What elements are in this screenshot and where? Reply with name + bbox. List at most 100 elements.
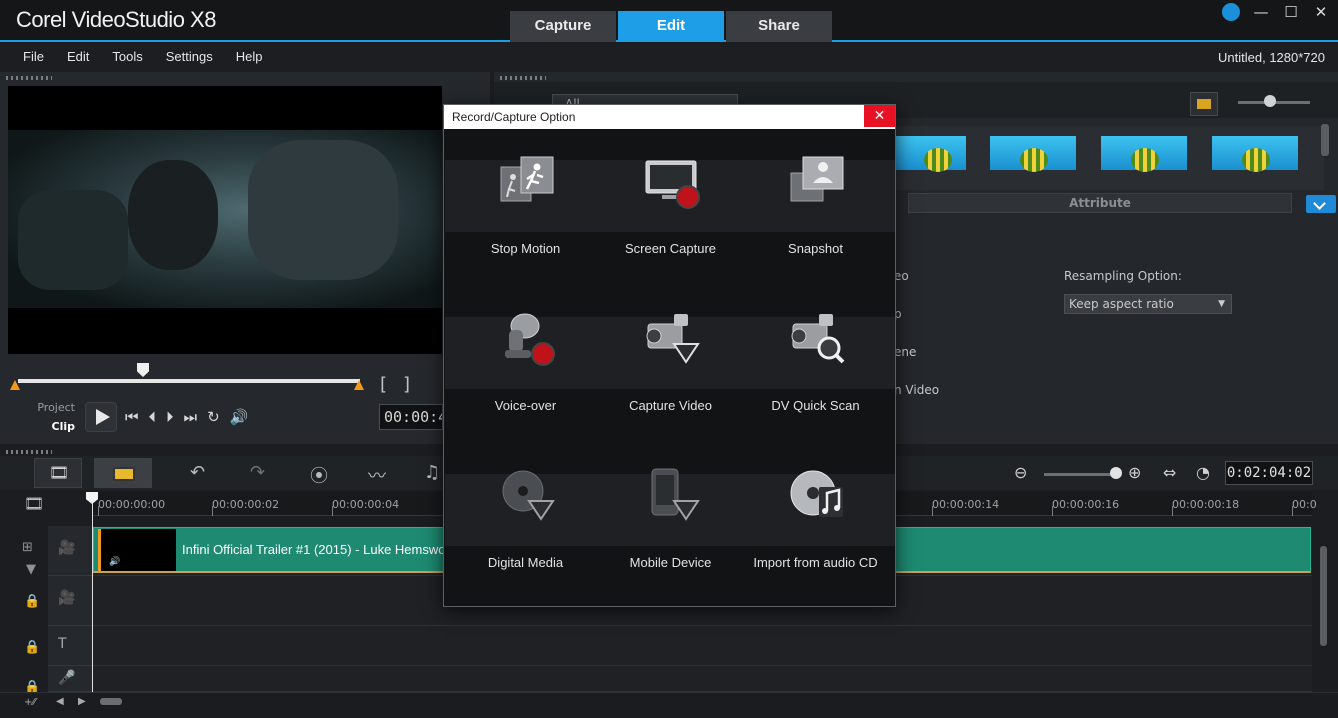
resampling-label: Resampling Option: bbox=[1064, 269, 1182, 283]
mode-project[interactable]: Project bbox=[35, 398, 75, 417]
play-button[interactable] bbox=[85, 402, 117, 432]
title-track[interactable] bbox=[92, 626, 1312, 666]
next-frame-icon[interactable]: ⏵ bbox=[166, 408, 174, 426]
project-info: Untitled, 1280*720 bbox=[1218, 50, 1325, 65]
resampling-select[interactable]: Keep aspect ratio bbox=[1064, 294, 1232, 314]
camcorder-icon bbox=[646, 314, 700, 364]
video-frame bbox=[8, 130, 442, 308]
voice-track[interactable] bbox=[92, 666, 1312, 692]
timeline-view-button[interactable] bbox=[94, 458, 152, 488]
add-track-icon[interactable]: +⁄⁄ bbox=[24, 697, 36, 708]
track-manager-icon[interactable]: 🎞 bbox=[24, 494, 44, 513]
library-thumb[interactable] bbox=[990, 136, 1076, 172]
undo-icon[interactable]: ↶ bbox=[190, 462, 205, 483]
menu-tools[interactable]: Tools bbox=[112, 49, 142, 64]
option-dv-quick-scan[interactable]: DV Quick Scan bbox=[743, 280, 888, 430]
play-mode: Project Clip bbox=[35, 398, 75, 436]
library-thumb[interactable] bbox=[1212, 136, 1298, 172]
zoom-slider[interactable] bbox=[1044, 473, 1116, 476]
tab-attribute[interactable]: Attribute bbox=[908, 193, 1292, 213]
track-options-icon[interactable]: ⊞ bbox=[22, 540, 33, 555]
clock-icon: ◔ bbox=[1196, 463, 1210, 482]
option-label: Mobile Device bbox=[629, 555, 712, 570]
library-thumb[interactable] bbox=[1101, 136, 1187, 172]
sound-mixer-icon[interactable]: 〰 bbox=[368, 462, 386, 488]
trim-start-marker[interactable] bbox=[10, 380, 20, 390]
scroll-left-icon[interactable]: ◀ bbox=[56, 696, 64, 707]
scroll-right-icon[interactable]: ▶ bbox=[78, 696, 86, 707]
scrubber-handle[interactable] bbox=[137, 363, 149, 377]
library-thumb[interactable] bbox=[894, 136, 966, 172]
tab-share[interactable]: Share bbox=[726, 11, 832, 42]
app-title: Corel VideoStudio X8 bbox=[16, 7, 216, 32]
menu-help[interactable]: Help bbox=[236, 49, 263, 64]
start-icon[interactable]: ⏮ bbox=[125, 408, 139, 426]
mark-in-button[interactable]: [ bbox=[380, 374, 403, 395]
ruler-tick: 00:00:00:02 bbox=[212, 498, 280, 516]
fit-project-icon[interactable]: ⇔ bbox=[1163, 463, 1176, 482]
menu-file[interactable]: File bbox=[23, 49, 44, 64]
zoom-out-icon[interactable]: ⊖ bbox=[1014, 463, 1027, 482]
thumb-size-knob[interactable] bbox=[1264, 95, 1276, 107]
close-button[interactable]: ✕ bbox=[1312, 3, 1330, 21]
lock-icon[interactable]: 🔒 bbox=[24, 594, 40, 609]
timecode-display[interactable]: 00:00:46 bbox=[379, 404, 443, 430]
menu-edit[interactable]: Edit bbox=[67, 49, 89, 64]
title-track-header[interactable]: T bbox=[48, 626, 92, 666]
option-screen-capture[interactable]: Screen Capture bbox=[598, 123, 743, 273]
repeat-icon[interactable]: ↻ bbox=[207, 408, 220, 426]
option-mobile-device[interactable]: Mobile Device bbox=[598, 437, 743, 587]
option-label: Import from audio CD bbox=[753, 555, 878, 570]
option-digital-media[interactable]: Digital Media bbox=[453, 437, 598, 587]
lock-icon[interactable]: 🔒 bbox=[24, 640, 40, 655]
option-text: n Video bbox=[894, 383, 940, 397]
globe-icon[interactable] bbox=[1222, 3, 1240, 21]
maximize-button[interactable]: ☐ bbox=[1282, 3, 1300, 21]
option-stop-motion[interactable]: Stop Motion bbox=[453, 123, 598, 273]
tab-edit[interactable]: Edit bbox=[618, 11, 724, 42]
menu: File Edit Tools Settings Help bbox=[23, 49, 262, 64]
option-capture-video[interactable]: Capture Video bbox=[598, 280, 743, 430]
storyboard-view-button[interactable]: 🎞 bbox=[34, 458, 82, 488]
zoom-in-icon[interactable]: ⊕ bbox=[1128, 463, 1141, 482]
end-icon[interactable]: ⏭ bbox=[184, 408, 198, 426]
folder-icon[interactable] bbox=[1190, 92, 1218, 116]
auto-music-icon[interactable]: ♫ bbox=[424, 462, 440, 483]
menu-bar: File Edit Tools Settings Help Untitled, … bbox=[0, 44, 1338, 72]
menu-settings[interactable]: Settings bbox=[166, 49, 213, 64]
audio-icon: 🔊 bbox=[109, 557, 121, 567]
panel-grip[interactable] bbox=[6, 76, 52, 80]
chevron-down-icon[interactable]: ▼ bbox=[26, 562, 36, 577]
disc-icon bbox=[502, 470, 555, 521]
option-snapshot[interactable]: Snapshot bbox=[743, 123, 888, 273]
snapshot-icon bbox=[790, 156, 844, 202]
voice-track-header[interactable]: 🎤 bbox=[48, 666, 92, 692]
trim-end-marker[interactable] bbox=[354, 380, 364, 390]
prev-frame-icon[interactable]: ⏴ bbox=[149, 408, 157, 426]
overlay-track-header[interactable]: 🎥 bbox=[48, 576, 92, 626]
expand-options-button[interactable] bbox=[1306, 195, 1336, 213]
option-voice-over[interactable]: Voice-over bbox=[453, 280, 598, 430]
ruler-tick: 00:00:00:00 bbox=[98, 498, 166, 516]
volume-icon[interactable]: 🔊 bbox=[230, 408, 249, 426]
redo-icon[interactable]: ↷ bbox=[250, 462, 265, 483]
playhead-line bbox=[92, 496, 93, 692]
library-scrollbar[interactable] bbox=[1321, 124, 1329, 156]
option-label: Screen Capture bbox=[624, 241, 717, 256]
microphone-icon bbox=[505, 313, 555, 366]
timeline-vertical-scrollbar[interactable] bbox=[1320, 546, 1327, 646]
zoom-knob[interactable] bbox=[1110, 467, 1122, 479]
mode-clip[interactable]: Clip bbox=[35, 417, 76, 436]
scrub-bar[interactable] bbox=[18, 379, 360, 383]
panel-grip[interactable] bbox=[6, 450, 52, 454]
record-capture-dialog: Record/Capture Option ✕ Stop Motion Scre… bbox=[443, 104, 896, 607]
mark-out-button[interactable]: ] bbox=[403, 374, 426, 395]
record-capture-icon[interactable]: ⦿ bbox=[310, 462, 328, 488]
option-import-audio-cd[interactable]: Import from audio CD bbox=[743, 437, 888, 587]
tab-capture[interactable]: Capture bbox=[510, 11, 616, 42]
timeline-horizontal-scrollbar[interactable] bbox=[100, 698, 122, 705]
minimize-button[interactable]: — bbox=[1252, 3, 1270, 21]
video-track-header[interactable]: 🎥 bbox=[48, 526, 92, 576]
option-text: eo bbox=[894, 269, 909, 283]
panel-grip[interactable] bbox=[500, 76, 546, 80]
